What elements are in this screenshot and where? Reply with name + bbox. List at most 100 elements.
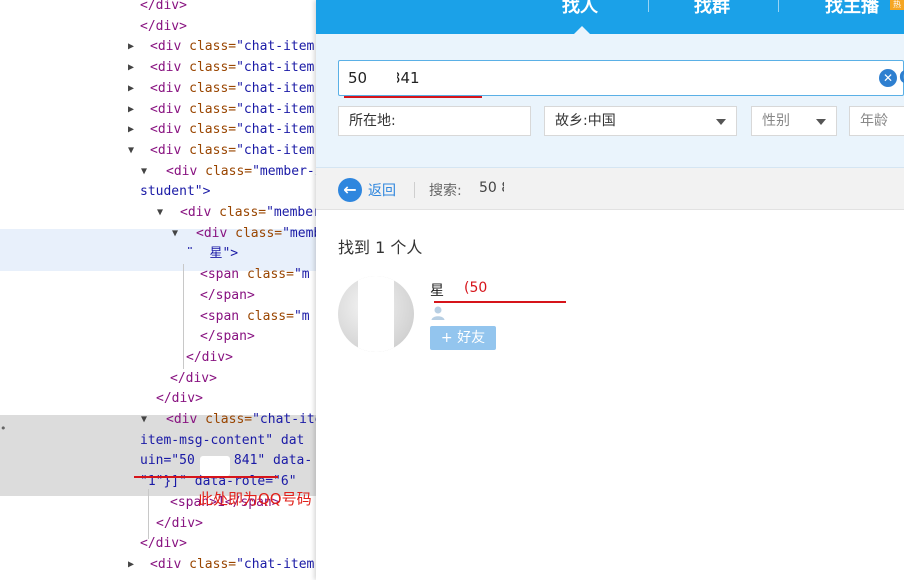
dom-tree-line[interactable]: </div>: [170, 369, 217, 389]
annotation-note: 此处即为QQ号码: [198, 490, 312, 508]
chevron-down-icon: [816, 119, 826, 125]
search-input[interactable]: [348, 61, 848, 95]
attribute-name: class=: [205, 412, 253, 427]
dom-tree-line[interactable]: </span>: [200, 327, 255, 347]
tab-find-streamers[interactable]: 找主播: [825, 0, 879, 34]
attribute-value: "chat-item: [236, 39, 315, 54]
indent-guide: [183, 264, 184, 369]
attribute-name: class=: [246, 267, 294, 282]
expand-triangle-icon[interactable]: ▶: [128, 120, 134, 140]
dom-tree-line[interactable]: ▶ <div class="chat-item: [128, 37, 315, 57]
redaction-mask: [185, 249, 197, 267]
annotation-underline: [134, 476, 278, 478]
dom-tree-line[interactable]: </div>: [156, 514, 203, 534]
clear-circle-icon[interactable]: ✕: [879, 69, 897, 87]
closing-tag: </div>: [156, 516, 203, 531]
opening-tag: <span: [200, 309, 247, 324]
collapse-triangle-icon[interactable]: ▼: [172, 224, 178, 244]
collapse-triangle-icon[interactable]: ▼: [141, 162, 147, 182]
dom-tree-line[interactable]: </div>: [186, 348, 233, 368]
opening-tag: <div: [150, 81, 190, 96]
attribute-value: "chat-item: [236, 102, 315, 117]
annotation-underline: [434, 301, 566, 303]
search-q-icon[interactable]: Q: [899, 67, 904, 88]
opening-tag: <div: [196, 226, 236, 241]
dom-tree-line[interactable]: </span>: [200, 286, 255, 306]
attribute-name: class=: [246, 309, 294, 324]
dom-tree-line[interactable]: </div>: [156, 389, 203, 409]
expand-triangle-icon[interactable]: ▶: [128, 100, 134, 120]
dom-tree-line[interactable]: </div>: [140, 534, 187, 554]
hometown-select[interactable]: 故乡:中国: [544, 106, 737, 136]
attribute-continuation: item-msg-content" dat: [140, 433, 305, 448]
opening-tag: <div: [150, 557, 190, 572]
collapse-triangle-icon[interactable]: ▼: [141, 410, 147, 430]
age-select[interactable]: 年龄: [849, 106, 904, 136]
attribute-value: "chat-item: [236, 143, 315, 158]
dom-tree-line[interactable]: <span class="m: [200, 265, 310, 285]
attribute-name: class=: [235, 226, 283, 241]
opening-tag: <div: [166, 164, 206, 179]
attribute-name: class=: [189, 122, 237, 137]
attribute-name: class=: [189, 143, 237, 158]
tab-divider: [778, 0, 779, 12]
dom-tree-line[interactable]: item-msg-content" dat: [140, 431, 304, 451]
closing-tag: </div>: [156, 391, 203, 406]
attribute-name: class=: [219, 205, 267, 220]
attribute-value: "memb: [282, 226, 316, 241]
redaction-mask: [371, 68, 397, 92]
attribute-name: class=: [189, 60, 237, 75]
dom-tree-line[interactable]: ▶ <div class="chat-item: [128, 58, 315, 78]
expand-triangle-icon[interactable]: ▶: [128, 555, 134, 575]
expand-triangle-icon[interactable]: ▶: [128, 79, 134, 99]
dom-tree-line[interactable]: ▶ <div class="chat-item: [128, 120, 315, 140]
annotation-underline: [344, 96, 482, 98]
collapse-triangle-icon[interactable]: ▼: [128, 141, 134, 161]
age-label: 年龄: [860, 113, 888, 129]
tab-divider: [648, 0, 649, 12]
location-label: 所在地:: [349, 113, 396, 129]
dom-tree-line[interactable]: ▶ <div class="chat-item: [128, 79, 314, 99]
dom-tree-line[interactable]: ▼ <div class="member: [157, 203, 316, 223]
qq-find-window: 找人 找群 找主播 热 ✕ Q 所在地: 故乡:中国 性别 年龄: [316, 0, 904, 580]
dom-tree-line[interactable]: </div>: [140, 0, 187, 16]
divider: [414, 182, 415, 198]
redaction-mask: [488, 280, 534, 298]
dom-tree-line[interactable]: <span class="m: [200, 307, 310, 327]
chevron-down-icon: [716, 119, 726, 125]
dom-tree-line[interactable]: ▶ <div class="chat-item: [128, 100, 315, 120]
redaction-mask: [200, 456, 230, 476]
dom-tree-line[interactable]: </div>: [140, 17, 187, 37]
person-icon: [431, 306, 445, 320]
user-nickname[interactable]: 星: [430, 280, 444, 300]
add-friend-button[interactable]: + 好友: [430, 326, 496, 350]
opening-tag: <div: [166, 412, 206, 427]
collapse-triangle-icon[interactable]: ▼: [157, 203, 163, 223]
active-tab-pointer: [574, 26, 590, 34]
redaction-mask: [358, 276, 394, 352]
opening-tag: <div: [150, 143, 190, 158]
attribute-value: "member: [266, 205, 316, 220]
back-label: 返回: [368, 183, 396, 199]
dom-tree-line[interactable]: student">: [140, 182, 210, 202]
dom-tree-line[interactable]: ▶ <div class="chat-item: [128, 555, 314, 575]
dom-tree-line[interactable]: ▼ <div class="member-i: [141, 162, 316, 182]
attribute-value: "chat-item: [236, 122, 315, 137]
attribute-value: "chat-item: [236, 60, 315, 75]
expand-triangle-icon[interactable]: ▶: [128, 58, 134, 78]
gender-select[interactable]: 性别: [751, 106, 837, 136]
search-box[interactable]: ✕ Q: [338, 60, 904, 96]
tab-find-groups[interactable]: 找群: [694, 0, 730, 34]
search-area: ✕ Q 所在地: 故乡:中国 性别 年龄: [316, 34, 904, 168]
opening-tag: <div: [150, 39, 190, 54]
closing-tag: </div>: [140, 0, 187, 13]
dom-tree-line[interactable]: ▼ <div class="memb: [172, 224, 316, 244]
opening-tag: <div: [180, 205, 220, 220]
dom-tree-line[interactable]: ▼ <div class="chat-ite: [141, 410, 316, 430]
dom-tree-line[interactable]: ▼ <div class="chat-item: [128, 141, 315, 161]
location-select[interactable]: 所在地:: [338, 106, 531, 136]
expand-triangle-icon[interactable]: ▶: [128, 37, 134, 57]
search-query-label: 搜索:: [429, 183, 462, 199]
avatar[interactable]: [338, 276, 414, 352]
back-arrow-icon: ←: [338, 178, 362, 202]
